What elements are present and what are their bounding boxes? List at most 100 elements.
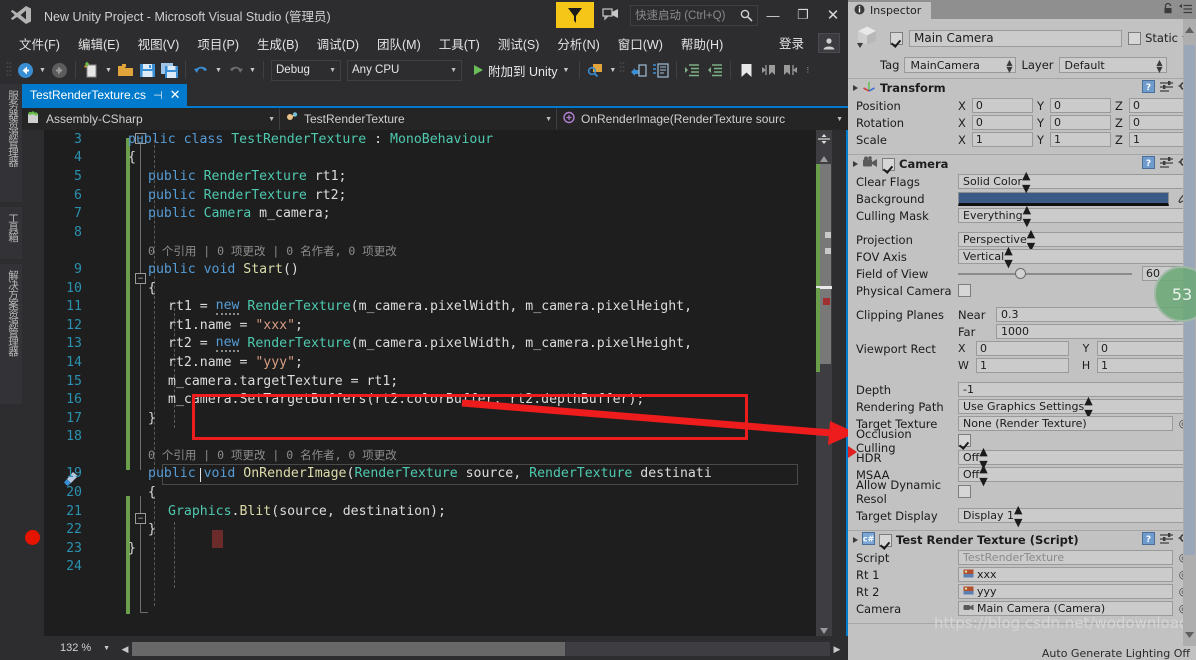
menu-item-view[interactable]: 视图(V): [129, 31, 189, 56]
sidebar-tab-toolbox[interactable]: 工具箱: [0, 207, 22, 259]
breakpoint-indicator[interactable]: [25, 530, 40, 545]
scroll-down-arrow-icon[interactable]: [819, 624, 829, 634]
property-dropdown[interactable]: Vertical ▲ ▼: [958, 244, 1190, 270]
sign-in-link[interactable]: 登录: [779, 33, 804, 52]
scroll-down-arrow-icon[interactable]: [1184, 630, 1195, 640]
component-header[interactable]: Transform?: [848, 79, 1196, 97]
code-line[interactable]: public void Start(): [88, 260, 816, 279]
help-icon[interactable]: ?: [1142, 532, 1155, 548]
code-line[interactable]: {: [88, 483, 816, 502]
account-avatar-icon[interactable]: [818, 33, 840, 53]
slider-control[interactable]: [958, 266, 1132, 281]
redo-dropdown-icon[interactable]: ▼: [247, 59, 258, 81]
code-line[interactable]: rt2 = new RenderTexture (m_camera.pixelWi…: [88, 335, 816, 354]
axis-field-y[interactable]: 0: [1049, 115, 1112, 130]
uncomment-selection-icon[interactable]: [650, 59, 671, 81]
gameobject-enabled-checkbox[interactable]: [890, 31, 903, 45]
gameobject-name-input[interactable]: Main Camera: [909, 29, 1123, 47]
editor-vertical-scrollbar[interactable]: [816, 130, 832, 636]
object-reference-field[interactable]: yyy: [958, 584, 1173, 599]
code-line[interactable]: rt1.name = "xxx";: [88, 316, 816, 335]
component-header[interactable]: c# Test Render Texture (Script)?: [848, 531, 1196, 549]
undo-icon[interactable]: [191, 59, 212, 81]
property-dropdown[interactable]: Off ▲ ▼: [958, 445, 1190, 471]
new-item-icon[interactable]: [81, 59, 102, 81]
zoom-level-combo[interactable]: 132 % ▼: [58, 639, 112, 657]
open-file-icon[interactable]: [115, 59, 136, 81]
code-line[interactable]: }: [88, 520, 816, 539]
pin-tab-icon[interactable]: ⊣: [153, 89, 163, 102]
menu-item-team[interactable]: 团队(M): [368, 31, 430, 56]
code-line[interactable]: public void OnRenderImage(RenderTexture …: [88, 465, 816, 484]
inspector-scrollbar[interactable]: [1183, 19, 1196, 646]
decrease-indent-icon[interactable]: [704, 59, 725, 81]
scroll-up-arrow-icon[interactable]: [819, 152, 829, 162]
lock-icon[interactable]: [1163, 2, 1173, 17]
code-editor[interactable]: − − − 3 4 5 6 7 8 9 10 11 12 13 14 15 16 17 18 19 20 21 22 2…: [22, 130, 848, 636]
property-checkbox[interactable]: [958, 485, 971, 498]
code-line[interactable]: {: [88, 149, 816, 168]
property-checkbox[interactable]: [958, 284, 971, 297]
minimize-button[interactable]: —: [758, 0, 788, 30]
code-line[interactable]: }: [88, 539, 816, 558]
axis-field-z[interactable]: 0: [1128, 98, 1190, 113]
preset-icon[interactable]: [1160, 533, 1173, 547]
menu-item-help[interactable]: 帮助(H): [672, 31, 732, 56]
undo-dropdown-icon[interactable]: ▼: [213, 59, 224, 81]
toolbar-grip[interactable]: [619, 61, 627, 79]
code-line[interactable]: public RenderTexture rt2;: [88, 186, 816, 205]
code-line[interactable]: {: [88, 279, 816, 298]
scroll-right-arrow-icon[interactable]: ▶: [830, 644, 844, 655]
redo-icon[interactable]: [225, 59, 246, 81]
find-in-files-icon[interactable]: [585, 59, 606, 81]
increase-indent-icon[interactable]: [682, 59, 703, 81]
sub-field[interactable]: 1: [1097, 358, 1190, 373]
split-view-handle[interactable]: [816, 130, 832, 148]
axis-field-y[interactable]: 1: [1049, 132, 1112, 147]
toolbar-overflow-icon[interactable]: ⋮: [802, 59, 813, 81]
codelens-annotation[interactable]: 0 个引用 | 0 项更改 | 0 名作者, 0 项更改: [88, 446, 816, 465]
document-tab-testrendertexture[interactable]: TestRenderTexture.cs ⊣ ✕: [22, 84, 187, 106]
axis-field-x[interactable]: 1: [971, 132, 1033, 147]
code-line[interactable]: m_camera.targetTexture = rt1;: [88, 372, 816, 391]
navigate-forward-icon[interactable]: [49, 59, 70, 81]
new-item-dropdown-icon[interactable]: ▼: [103, 59, 114, 81]
comment-selection-icon[interactable]: [628, 59, 649, 81]
property-dropdown[interactable]: Off ▲ ▼: [958, 462, 1190, 488]
solution-configuration-combo[interactable]: Debug ▼: [271, 59, 341, 81]
codelens-annotation[interactable]: 0 个引用 | 0 项更改 | 0 名作者, 0 项更改: [88, 242, 816, 261]
object-reference-field[interactable]: None (Render Texture): [958, 416, 1173, 431]
maximize-button[interactable]: ❐: [788, 0, 818, 30]
menu-item-window[interactable]: 窗口(W): [609, 31, 672, 56]
code-line[interactable]: rt2.name = "yyy";: [88, 353, 816, 372]
find-dropdown-icon[interactable]: ▼: [607, 59, 618, 81]
save-icon[interactable]: [137, 59, 158, 81]
tab-inspector[interactable]: Inspector: [848, 2, 932, 19]
sub-field[interactable]: 1000: [996, 324, 1190, 339]
property-dropdown[interactable]: Display 1 ▲ ▼: [958, 503, 1190, 529]
notification-flag-icon[interactable]: [556, 2, 594, 28]
slider-knob[interactable]: [1015, 268, 1027, 279]
member-combo[interactable]: OnRenderImage(RenderTexture sourc ▼: [557, 108, 848, 130]
code-line[interactable]: public RenderTexture rt1;: [88, 167, 816, 186]
property-dropdown[interactable]: Solid Color ▲ ▼: [958, 169, 1190, 195]
horizontal-scroll-track[interactable]: [132, 642, 830, 656]
axis-field-x[interactable]: 0: [971, 115, 1033, 130]
close-button[interactable]: ✕: [818, 0, 848, 30]
layer-dropdown[interactable]: Default ▲ ▼: [1058, 57, 1167, 74]
property-text-field[interactable]: -1: [958, 382, 1190, 397]
save-all-icon[interactable]: [159, 59, 180, 81]
bookmark-icon[interactable]: [736, 59, 757, 81]
scroll-up-arrow-icon[interactable]: [1184, 25, 1195, 35]
expand-collapse-icon[interactable]: [853, 537, 858, 543]
breakpoint-gutter[interactable]: [22, 130, 44, 636]
menu-item-tools[interactable]: 工具(T): [430, 31, 489, 56]
menu-item-project[interactable]: 项目(P): [188, 31, 248, 56]
sub-field[interactable]: 0: [976, 341, 1069, 356]
help-icon[interactable]: ?: [1142, 156, 1155, 172]
code-line[interactable]: public Camera m_camera;: [88, 204, 816, 223]
help-icon[interactable]: ?: [1142, 80, 1155, 96]
preset-icon[interactable]: [1160, 81, 1173, 95]
component-enabled-checkbox[interactable]: [879, 533, 892, 547]
tag-dropdown[interactable]: MainCamera ▲ ▼: [904, 57, 1017, 74]
